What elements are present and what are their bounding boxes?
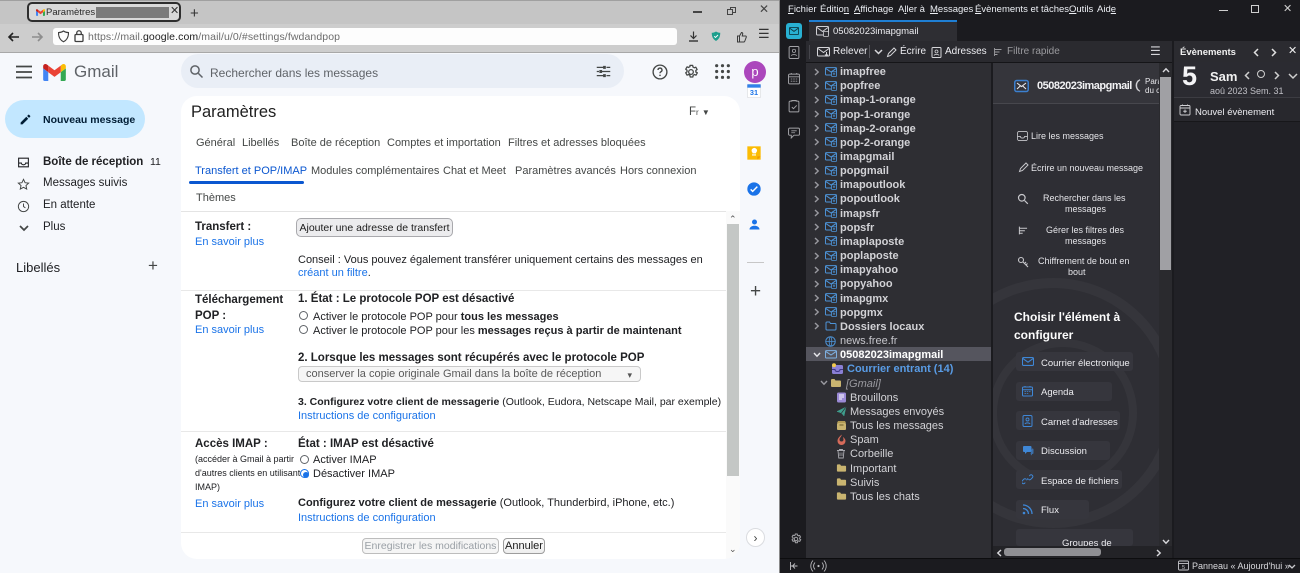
- svg-text:31: 31: [750, 88, 758, 97]
- svg-text:5: 5: [1182, 565, 1185, 571]
